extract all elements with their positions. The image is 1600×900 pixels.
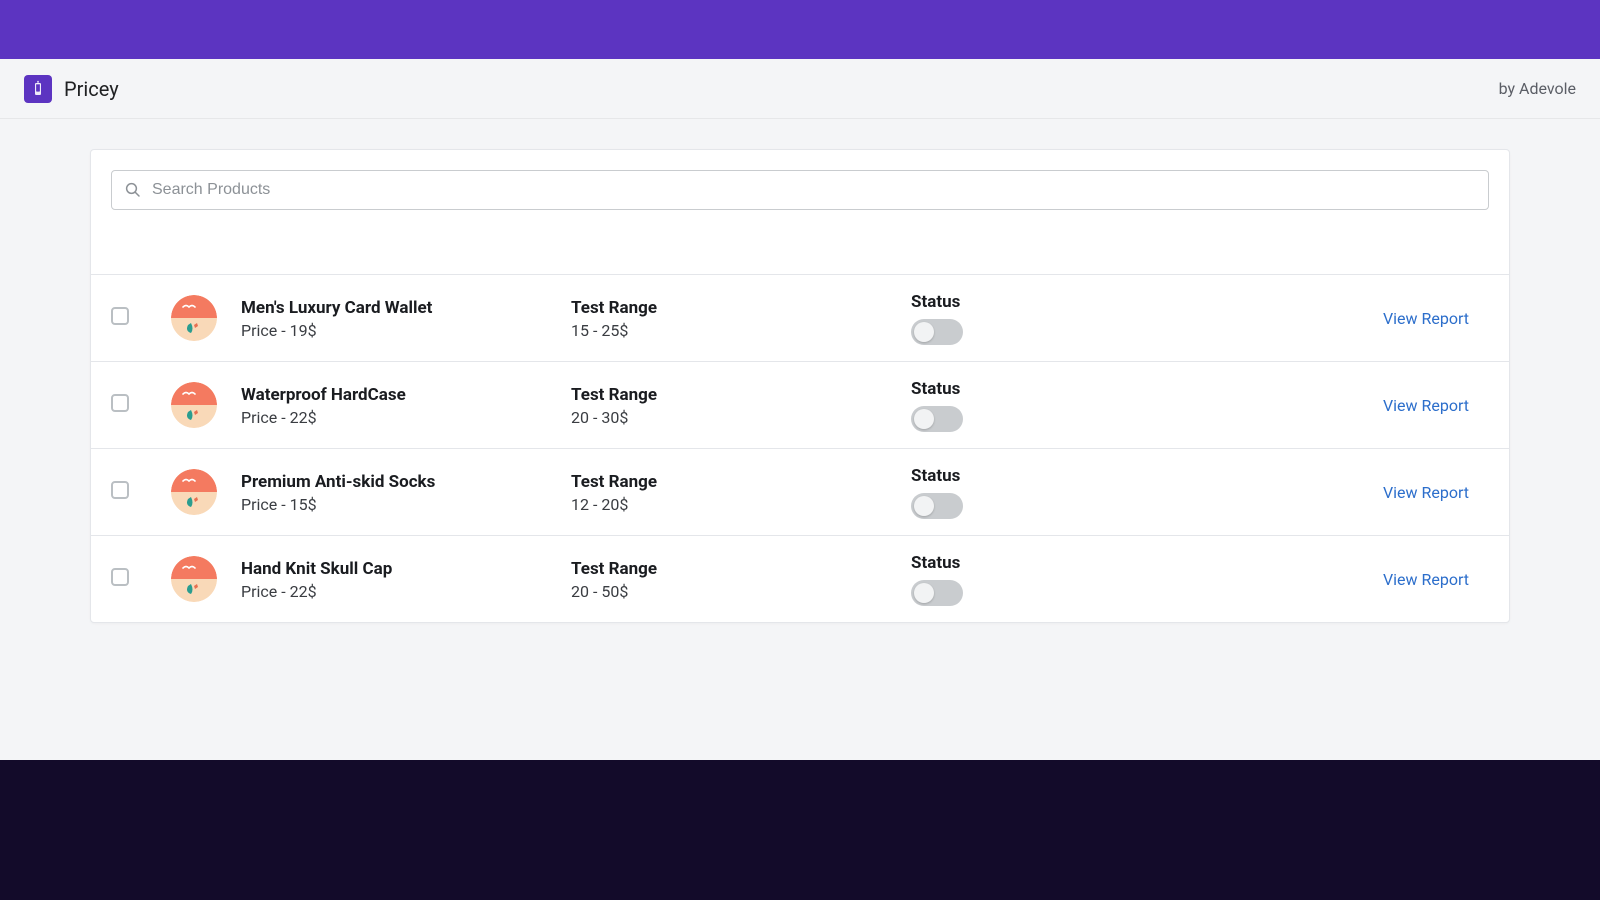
products-card: Men's Luxury Card Wallet Price - 19$ Tes… — [90, 149, 1510, 623]
product-thumbnail — [171, 382, 217, 428]
product-row: Hand Knit Skull Cap Price - 22$ Test Ran… — [91, 535, 1509, 622]
test-range-label: Test Range — [571, 297, 911, 319]
product-name: Premium Anti-skid Socks — [241, 471, 571, 493]
product-thumbnail — [171, 556, 217, 602]
app-header: Pricey by Adevole — [0, 59, 1600, 119]
test-range-value: 20 - 50$ — [571, 582, 911, 601]
product-thumbnail — [171, 295, 217, 341]
page-footer — [0, 760, 1600, 900]
select-checkbox[interactable] — [111, 394, 129, 412]
status-label: Status — [911, 465, 1201, 487]
test-range-label: Test Range — [571, 558, 911, 580]
select-checkbox[interactable] — [111, 481, 129, 499]
status-toggle[interactable] — [911, 406, 963, 432]
test-range-label: Test Range — [571, 471, 911, 493]
product-row: Premium Anti-skid Socks Price - 15$ Test… — [91, 448, 1509, 535]
status-toggle[interactable] — [911, 319, 963, 345]
view-report-link[interactable]: View Report — [1383, 309, 1469, 328]
test-range-value: 12 - 20$ — [571, 495, 911, 514]
status-label: Status — [911, 552, 1201, 574]
status-label: Status — [911, 378, 1201, 400]
search-input[interactable] — [152, 181, 1476, 199]
app-logo-icon — [24, 75, 52, 103]
status-toggle[interactable] — [911, 493, 963, 519]
product-name: Waterproof HardCase — [241, 384, 571, 406]
product-price: Price - 19$ — [241, 321, 571, 340]
product-name: Men's Luxury Card Wallet — [241, 297, 571, 319]
search-icon — [124, 181, 142, 199]
product-price: Price - 15$ — [241, 495, 571, 514]
test-range-value: 15 - 25$ — [571, 321, 911, 340]
top-accent-bar — [0, 0, 1600, 59]
view-report-link[interactable]: View Report — [1383, 396, 1469, 415]
status-label: Status — [911, 291, 1201, 313]
test-range-value: 20 - 30$ — [571, 408, 911, 427]
view-report-link[interactable]: View Report — [1383, 483, 1469, 502]
product-price: Price - 22$ — [241, 408, 571, 427]
status-toggle[interactable] — [911, 580, 963, 606]
app-name: Pricey — [64, 77, 119, 101]
product-row: Men's Luxury Card Wallet Price - 19$ Tes… — [91, 274, 1509, 361]
view-report-link[interactable]: View Report — [1383, 570, 1469, 589]
select-checkbox[interactable] — [111, 568, 129, 586]
product-row: Waterproof HardCase Price - 22$ Test Ran… — [91, 361, 1509, 448]
product-price: Price - 22$ — [241, 582, 571, 601]
byline: by Adevole — [1499, 79, 1576, 98]
search-box[interactable] — [111, 170, 1489, 210]
product-thumbnail — [171, 469, 217, 515]
select-checkbox[interactable] — [111, 307, 129, 325]
test-range-label: Test Range — [571, 384, 911, 406]
product-name: Hand Knit Skull Cap — [241, 558, 571, 580]
